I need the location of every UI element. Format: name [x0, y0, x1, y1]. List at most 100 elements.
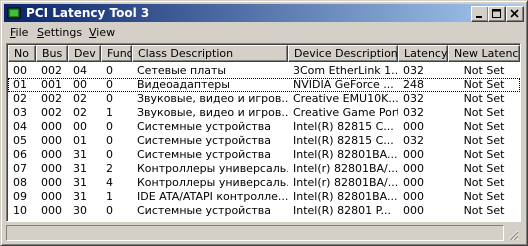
- cell-func: 2: [106, 162, 113, 175]
- header-col-dev[interactable]: Dev: [68, 45, 101, 62]
- cell-class-description: Системные устройства: [137, 134, 271, 147]
- cell-latency: 000: [403, 204, 424, 217]
- column-header-row: No Bus Dev Func Class Description Device Desc…: [8, 45, 520, 62]
- menu-view[interactable]: View: [89, 26, 115, 39]
- status-bar: [6, 225, 519, 241]
- menu-file[interactable]: File: [10, 26, 28, 39]
- cell-new-latency: Not Set: [463, 64, 505, 77]
- cell-bus: 001: [41, 78, 62, 91]
- cell-no: 10: [13, 204, 27, 217]
- cell-bus: 002: [41, 92, 62, 105]
- cell-class-description: Контроллеры универсаль...: [137, 176, 288, 189]
- cell-dev: 00: [73, 120, 87, 133]
- cell-no: 07: [13, 162, 27, 175]
- cell-func: 0: [106, 204, 113, 217]
- status-panel: [6, 225, 504, 241]
- table-row[interactable]: 01 001 00 0 Видеоадаптеры NVIDIA GeForce ... 2…: [8, 78, 520, 92]
- cell-dev: 04: [73, 64, 87, 77]
- cell-class-description: IDE ATA/ATAPI контролле...: [137, 190, 288, 203]
- cell-new-latency: Not Set: [463, 120, 505, 133]
- title-bar[interactable]: PCI Latency Tool 3: [4, 4, 524, 22]
- cell-new-latency: Not Set: [463, 92, 505, 105]
- header-col-new-latency[interactable]: New Latency: [448, 45, 520, 62]
- cell-func: 0: [106, 120, 113, 133]
- menu-bar: File Settings View: [4, 24, 524, 42]
- cell-bus: 000: [41, 204, 62, 217]
- table-row[interactable]: 02 002 02 0 Звуковые, видео и игров... Creati…: [8, 92, 520, 106]
- table-row[interactable]: 07 000 31 2 Контроллеры универсаль... Intel(r…: [8, 162, 520, 176]
- cell-no: 03: [13, 106, 27, 119]
- window-title: PCI Latency Tool 3: [26, 6, 150, 20]
- cell-device-description: Intel(R) 82815 C...: [293, 120, 394, 133]
- cell-new-latency: Not Set: [463, 148, 505, 161]
- cell-dev: 31: [73, 190, 87, 203]
- table-row[interactable]: 04 000 00 0 Системные устройства Intel(R) 828…: [8, 120, 520, 134]
- table-row[interactable]: 05 000 01 0 Системные устройства Intel(R) 828…: [8, 134, 520, 148]
- cell-bus: 000: [41, 134, 62, 147]
- cell-device-description: 3Com EtherLink 1...: [293, 64, 398, 77]
- header-col-func[interactable]: Func: [101, 45, 132, 62]
- close-button[interactable]: [506, 6, 524, 22]
- cell-device-description: Intel(r) 82801BA/...: [293, 162, 398, 175]
- table-row[interactable]: 06 000 31 0 Системные устройства Intel(R) 828…: [8, 148, 520, 162]
- cell-func: 1: [106, 190, 113, 203]
- device-list[interactable]: No Bus Dev Func Class Description Device Desc…: [6, 43, 521, 222]
- cell-bus: 000: [41, 120, 62, 133]
- cell-device-description: Creative Game Port: [293, 106, 398, 119]
- cell-class-description: Звуковые, видео и игров...: [137, 106, 288, 119]
- cell-no: 05: [13, 134, 27, 147]
- cell-func: 0: [106, 92, 113, 105]
- cell-dev: 00: [73, 78, 87, 91]
- cell-no: 02: [13, 92, 27, 105]
- cell-latency: 032: [403, 92, 424, 105]
- cell-class-description: Контроллеры универсаль...: [137, 162, 288, 175]
- header-col-bus[interactable]: Bus: [36, 45, 68, 62]
- size-grip-icon[interactable]: [507, 229, 519, 241]
- cell-dev: 31: [73, 148, 87, 161]
- header-col-no[interactable]: No: [8, 45, 36, 62]
- minimize-button[interactable]: [471, 6, 489, 22]
- cell-latency: 032: [403, 64, 424, 77]
- cell-class-description: Системные устройства: [137, 148, 271, 161]
- cell-no: 08: [13, 176, 27, 189]
- table-row[interactable]: 08 000 31 4 Контроллеры универсаль... Intel(r…: [8, 176, 520, 190]
- cell-func: 0: [106, 148, 113, 161]
- cell-latency: 032: [403, 106, 424, 119]
- table-row[interactable]: 00 002 04 0 Сетевые платы 3Com EtherLink 1...…: [8, 64, 520, 78]
- cell-dev: 30: [73, 204, 87, 217]
- cell-device-description: Intel(r) 82801BA/...: [293, 176, 398, 189]
- cell-latency: 000: [403, 120, 424, 133]
- cell-device-description: Creative EMU10K...: [293, 92, 398, 105]
- table-row[interactable]: 10 000 30 0 Системные устройства Intel(R) 828…: [8, 204, 520, 218]
- header-col-class-description[interactable]: Class Description: [132, 45, 288, 62]
- cell-class-description: Звуковые, видео и игров...: [137, 92, 288, 105]
- close-icon: [510, 9, 519, 18]
- cell-bus: 000: [41, 190, 62, 203]
- cell-new-latency: Not Set: [463, 204, 505, 217]
- cell-device-description: NVIDIA GeForce ...: [293, 78, 394, 91]
- cell-latency: 000: [403, 162, 424, 175]
- cell-device-description: Intel(R) 82801 P...: [293, 204, 391, 217]
- cell-no: 01: [13, 78, 27, 91]
- cell-dev: 01: [73, 134, 87, 147]
- header-col-latency[interactable]: Latency: [398, 45, 448, 62]
- minimize-icon: [476, 16, 482, 18]
- maximize-icon: [492, 9, 501, 18]
- table-row[interactable]: 03 002 02 1 Звуковые, видео и игров... Creati…: [8, 106, 520, 120]
- cell-new-latency: Not Set: [463, 106, 505, 119]
- cell-func: 1: [106, 106, 113, 119]
- cell-bus: 000: [41, 162, 62, 175]
- cell-func: 0: [106, 134, 113, 147]
- cell-new-latency: Not Set: [463, 78, 505, 91]
- cell-dev: 02: [73, 106, 87, 119]
- cell-class-description: Сетевые платы: [137, 64, 227, 77]
- cell-new-latency: Not Set: [463, 134, 505, 147]
- header-col-device-description[interactable]: Device Description: [288, 45, 398, 62]
- cell-bus: 000: [41, 148, 62, 161]
- cell-no: 06: [13, 148, 27, 161]
- maximize-button[interactable]: [488, 6, 506, 22]
- cell-latency: 248: [403, 78, 424, 91]
- menu-settings[interactable]: Settings: [37, 26, 82, 39]
- table-row[interactable]: 09 000 31 1 IDE ATA/ATAPI контролле... Intel(…: [8, 190, 520, 204]
- cell-new-latency: Not Set: [463, 176, 505, 189]
